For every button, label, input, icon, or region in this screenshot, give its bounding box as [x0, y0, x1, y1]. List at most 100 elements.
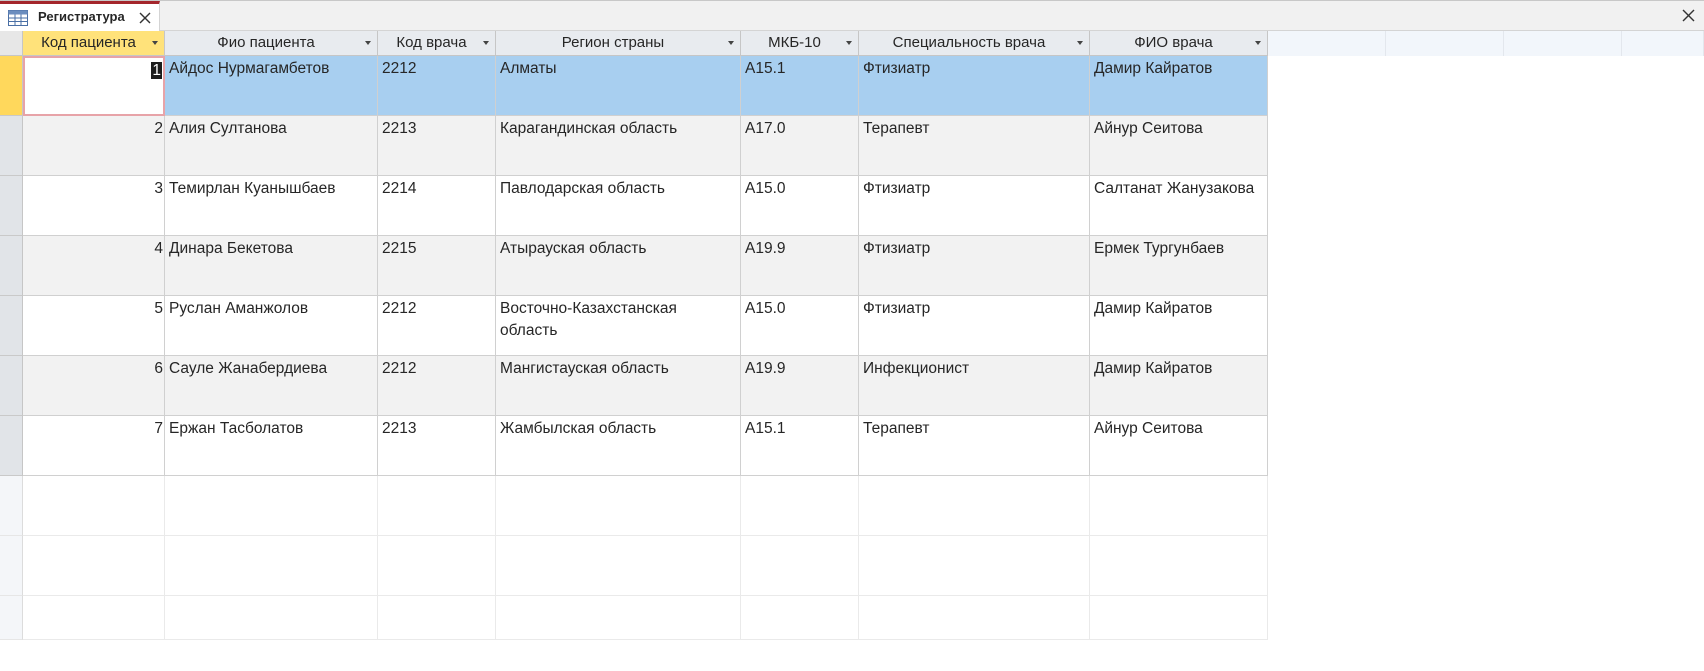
cell-icd10[interactable]: A15.1 [741, 56, 859, 116]
cell-patient-name[interactable]: Динара Бекетова [165, 236, 378, 296]
blank-cell [378, 476, 496, 536]
tab-registratura[interactable]: Регистратура [0, 1, 160, 31]
cell-specialty[interactable]: Терапевт [859, 116, 1090, 176]
blank-cell [859, 596, 1090, 640]
dropdown-arrow-icon[interactable] [1077, 41, 1083, 45]
table-row[interactable]: 1 Айдос Нурмагамбетов 2212 Алматы A15.1 … [0, 56, 1704, 116]
cell-specialty[interactable]: Инфекционист [859, 356, 1090, 416]
blank-grid-row [0, 476, 1704, 536]
cell-specialty[interactable]: Фтизиатр [859, 236, 1090, 296]
record-selector[interactable] [0, 176, 23, 236]
cell-patient-id[interactable]: 5 [23, 296, 165, 356]
select-all-corner[interactable] [0, 31, 23, 56]
cell-patient-name[interactable]: Ержан Тасболатов [165, 416, 378, 476]
dropdown-arrow-icon[interactable] [1255, 41, 1261, 45]
column-header-patient-id[interactable]: Код пациента [23, 31, 165, 56]
column-header-doctor-code[interactable]: Код врача [378, 31, 496, 56]
table-row[interactable]: 3 Темирлан Куанышбаев 2214 Павлодарская … [0, 176, 1704, 236]
cell-doctor-code[interactable]: 2213 [378, 116, 496, 176]
cell-doctor-code[interactable]: 2213 [378, 416, 496, 476]
blank-cell [741, 596, 859, 640]
cell-region[interactable]: Жамбылская область [496, 416, 741, 476]
blank-cell [741, 476, 859, 536]
record-selector[interactable] [0, 56, 23, 116]
blank-cell [1090, 596, 1268, 640]
cell-region[interactable]: Карагандинская область [496, 116, 741, 176]
datasheet-grid: Код пациента Фио пациента Код врача Реги… [0, 31, 1704, 671]
cell-doctor-name[interactable]: Айнур Сеитова [1090, 116, 1268, 176]
cell-doctor-code[interactable]: 2215 [378, 236, 496, 296]
cell-specialty[interactable]: Фтизиатр [859, 56, 1090, 116]
cell-icd10[interactable]: A15.0 [741, 176, 859, 236]
cell-patient-name[interactable]: Алия Султанова [165, 116, 378, 176]
record-selector[interactable] [0, 296, 23, 356]
cell-icd10[interactable]: A17.0 [741, 116, 859, 176]
blank-cell [23, 596, 165, 640]
dropdown-arrow-icon[interactable] [728, 41, 734, 45]
record-selector[interactable] [0, 356, 23, 416]
cell-doctor-name[interactable]: Салтанат Жанузакова [1090, 176, 1268, 236]
blank-cell [859, 536, 1090, 596]
cell-region[interactable]: Атырауская область [496, 236, 741, 296]
dropdown-arrow-icon[interactable] [846, 41, 852, 45]
cell-patient-id[interactable]: 7 [23, 416, 165, 476]
column-header-patient-name[interactable]: Фио пациента [165, 31, 378, 56]
cell-icd10[interactable]: A15.1 [741, 416, 859, 476]
cell-region[interactable]: Алматы [496, 56, 741, 116]
cell-specialty[interactable]: Терапевт [859, 416, 1090, 476]
empty-column-header [1386, 31, 1504, 56]
empty-column-header [1268, 31, 1386, 56]
blank-cell [859, 476, 1090, 536]
cell-doctor-name[interactable]: Дамир Кайратов [1090, 56, 1268, 116]
cell-specialty[interactable]: Фтизиатр [859, 176, 1090, 236]
dropdown-arrow-icon[interactable] [365, 41, 371, 45]
cell-patient-name[interactable]: Айдос Нурмагамбетов [165, 56, 378, 116]
cell-doctor-code[interactable]: 2212 [378, 56, 496, 116]
column-header-icd10[interactable]: МКБ-10 [741, 31, 859, 56]
cell-region[interactable]: Восточно-Казахстанская область [496, 296, 741, 356]
table-row[interactable]: 6 Сауле Жанабердиева 2212 Мангистауская … [0, 356, 1704, 416]
cell-icd10[interactable]: A19.9 [741, 236, 859, 296]
cell-doctor-code[interactable]: 2212 [378, 356, 496, 416]
table-row[interactable]: 5 Руслан Аманжолов 2212 Восточно-Казахст… [0, 296, 1704, 356]
dropdown-arrow-icon[interactable] [483, 41, 489, 45]
blank-selector [0, 536, 23, 596]
cell-patient-name[interactable]: Темирлан Куанышбаев [165, 176, 378, 236]
cell-patient-id[interactable]: 4 [23, 236, 165, 296]
column-label: МКБ-10 [768, 34, 821, 51]
cell-patient-id[interactable]: 1 [23, 56, 165, 116]
blank-cell [378, 536, 496, 596]
table-row[interactable]: 7 Ержан Тасболатов 2213 Жамбылская облас… [0, 416, 1704, 476]
record-selector[interactable] [0, 116, 23, 176]
cell-region[interactable]: Павлодарская область [496, 176, 741, 236]
cell-patient-name[interactable]: Сауле Жанабердиева [165, 356, 378, 416]
dropdown-arrow-icon[interactable] [152, 41, 158, 45]
cell-doctor-name[interactable]: Айнур Сеитова [1090, 416, 1268, 476]
column-header-doctor-name[interactable]: ФИО врача [1090, 31, 1268, 56]
cell-doctor-code[interactable]: 2214 [378, 176, 496, 236]
column-header-region[interactable]: Регион страны [496, 31, 741, 56]
cell-doctor-name[interactable]: Ермек Тургунбаев [1090, 236, 1268, 296]
cell-doctor-name[interactable]: Дамир Кайратов [1090, 356, 1268, 416]
cell-icd10[interactable]: A15.0 [741, 296, 859, 356]
cell-patient-id[interactable]: 3 [23, 176, 165, 236]
table-row[interactable]: 2 Алия Султанова 2213 Карагандинская обл… [0, 116, 1704, 176]
close-icon[interactable] [137, 10, 153, 26]
cell-patient-id[interactable]: 6 [23, 356, 165, 416]
cell-doctor-name[interactable]: Дамир Кайратов [1090, 296, 1268, 356]
cell-patient-name[interactable]: Руслан Аманжолов [165, 296, 378, 356]
cell-patient-id[interactable]: 2 [23, 116, 165, 176]
record-selector[interactable] [0, 236, 23, 296]
cell-specialty[interactable]: Фтизиатр [859, 296, 1090, 356]
empty-column-header [1622, 31, 1704, 56]
cell-doctor-code[interactable]: 2212 [378, 296, 496, 356]
blank-cell [496, 476, 741, 536]
cell-icd10[interactable]: A19.9 [741, 356, 859, 416]
column-label: Фио пациента [217, 34, 315, 51]
close-window-icon[interactable] [1681, 8, 1696, 23]
cell-text: 1 [151, 62, 162, 79]
table-row[interactable]: 4 Динара Бекетова 2215 Атырауская област… [0, 236, 1704, 296]
record-selector[interactable] [0, 416, 23, 476]
cell-region[interactable]: Мангистауская область [496, 356, 741, 416]
column-header-specialty[interactable]: Специальность врача [859, 31, 1090, 56]
